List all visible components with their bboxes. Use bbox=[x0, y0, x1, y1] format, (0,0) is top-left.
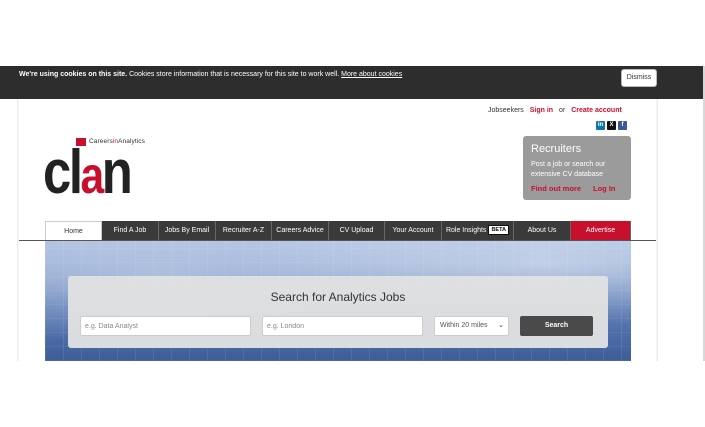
logo-letter-a: a bbox=[80, 147, 104, 205]
nav-role-insights-label: Role Insights bbox=[445, 227, 487, 234]
nav-role-insights[interactable]: Role Insights BETA bbox=[442, 221, 514, 241]
logo-letter-c: c bbox=[43, 138, 71, 207]
recruiters-box: Recruiters Post a job or search our exte… bbox=[523, 136, 631, 200]
dismiss-button[interactable]: Dismiss bbox=[621, 69, 657, 87]
page-edge-right bbox=[656, 99, 658, 361]
radius-value: Within 20 miles bbox=[440, 322, 488, 329]
nav-home[interactable]: Home bbox=[45, 221, 102, 241]
sign-in-link[interactable]: Sign in bbox=[530, 107, 553, 114]
location-input[interactable] bbox=[262, 316, 423, 336]
nav-find-a-job[interactable]: Find A Job bbox=[102, 221, 159, 241]
nav-about-us[interactable]: About Us bbox=[514, 221, 571, 241]
cookie-banner: We're using cookies on this site. Cookie… bbox=[0, 66, 705, 99]
search-button[interactable]: Search bbox=[520, 316, 593, 336]
find-out-more-link[interactable]: Find out more bbox=[531, 184, 581, 193]
cookie-message-bold: We're using cookies on this site. bbox=[19, 71, 128, 78]
or-label: or bbox=[559, 107, 566, 114]
x-icon[interactable]: X bbox=[607, 121, 616, 130]
recruiter-login-link[interactable]: Log In bbox=[593, 184, 616, 193]
search-title: Search for Analytics Jobs bbox=[270, 290, 406, 304]
facebook-icon[interactable]: f bbox=[618, 121, 627, 130]
search-panel: Search for Analytics Jobs Within 20 mile… bbox=[68, 276, 608, 348]
recruiters-title: Recruiters bbox=[531, 143, 582, 155]
recruiters-description: Post a job or search our extensive CV da… bbox=[531, 161, 606, 178]
jobseekers-label: Jobseekers bbox=[488, 107, 524, 114]
nav-jobs-by-email[interactable]: Jobs By Email bbox=[159, 221, 216, 241]
logo-wordmark: clan bbox=[43, 142, 133, 207]
logo-letter-n: n bbox=[101, 138, 133, 207]
cookie-message-text: Cookies store information that is necess… bbox=[127, 71, 342, 78]
nav-your-account[interactable]: Your Account bbox=[385, 221, 442, 241]
radius-select[interactable]: Within 20 miles ⌄ bbox=[434, 316, 509, 336]
keyword-input[interactable] bbox=[80, 316, 251, 336]
nav-careers-advice[interactable]: Careers Advice bbox=[272, 221, 329, 241]
cookie-message: We're using cookies on this site. Cookie… bbox=[19, 71, 402, 78]
chevron-down-icon: ⌄ bbox=[498, 322, 504, 329]
nav-recruiter-a-z[interactable]: Recruiter A-Z bbox=[216, 221, 272, 241]
page-edge-left bbox=[17, 99, 19, 361]
account-links: Jobseekers Sign in or Create account bbox=[488, 107, 622, 114]
logo-letter-l: l bbox=[68, 138, 83, 207]
nav-cv-upload[interactable]: CV Upload bbox=[329, 221, 385, 241]
cookie-more-link[interactable]: More about cookies bbox=[341, 71, 402, 78]
create-account-link[interactable]: Create account bbox=[571, 107, 622, 114]
linkedin-icon[interactable]: in bbox=[596, 121, 605, 130]
beta-badge: BETA bbox=[488, 225, 510, 236]
nav-advertise[interactable]: Advertise bbox=[571, 221, 631, 241]
